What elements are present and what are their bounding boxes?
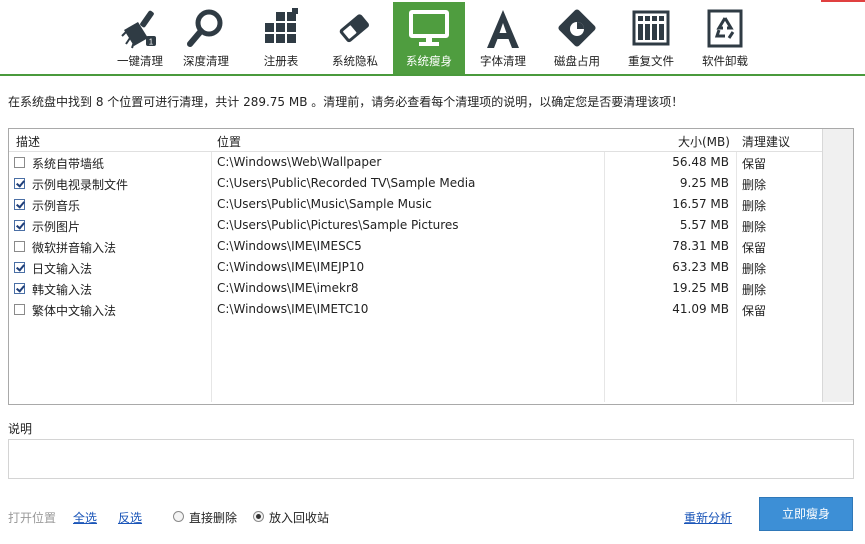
table-row[interactable]: 繁体中文输入法 C:\Windows\IME\IMETC10 41.09 MB 保留 [9,299,822,320]
svg-text:1: 1 [149,38,154,47]
eraser-icon [339,14,369,43]
row-description: 繁体中文输入法 [32,304,117,318]
toolbar-item-registry[interactable]: 注册表 [245,2,317,74]
row-description: 示例电视录制文件 [32,178,129,192]
toolbar-item-label: 磁盘占用 [554,54,600,68]
row-checkbox[interactable] [14,241,25,252]
table-body: 系统自带墙纸 C:\Windows\Web\Wallpaper 56.48 MB 保留… [9,152,822,320]
row-location: C:\Users\Public\Recorded TV\Sample Media [217,176,476,190]
row-advice: 保留 [742,157,767,171]
toolbar-item-label: 深度清理 [183,54,229,68]
toolbar-item-label: 一键清理 [117,54,163,68]
row-location: C:\Users\Public\Pictures\Sample Pictures [217,218,459,232]
row-advice: 删除 [742,178,767,192]
row-checkbox[interactable] [14,157,25,168]
toolbar-item-label: 注册表 [263,54,299,68]
table-row[interactable]: 日文输入法 C:\Windows\IME\IMEJP10 63.23 MB 删除 [9,257,822,278]
row-location: C:\Windows\Web\Wallpaper [217,155,382,169]
row-advice: 保留 [742,241,767,255]
row-advice: 删除 [742,220,767,234]
column-header-size[interactable]: 大小(MB) [678,133,730,150]
row-location: C:\Windows\IME\IMESC5 [217,239,362,253]
row-checkbox[interactable] [14,199,25,210]
toolbar-item-label: 系统瘦身 [406,54,452,68]
reanalyze-link[interactable]: 重新分析 [684,509,732,526]
monitor-icon [409,10,449,46]
toolbar-item-font-clean[interactable]: 字体清理 [467,2,539,74]
toolbar-item-label: 重复文件 [628,54,674,68]
toolbar-item-label: 系统隐私 [332,54,378,68]
window-corner-accent [821,0,865,2]
row-description: 韩文输入法 [32,283,93,297]
toolbar-item-one-click-clean[interactable]: 1 一键清理 [104,2,176,74]
table-header: 描述 位置 大小(MB) 清理建议 [9,129,822,152]
table-scrollbar[interactable] [822,129,853,402]
table-row[interactable]: 系统自带墙纸 C:\Windows\Web\Wallpaper 56.48 MB 保留 [9,152,822,173]
row-checkbox[interactable] [14,178,25,189]
row-size: 41.09 MB [672,302,729,316]
open-location-link[interactable]: 打开位置 [8,509,56,526]
font-letter-icon [487,10,519,48]
row-location: C:\Windows\IME\IMEJP10 [217,260,365,274]
slim-items-table: 描述 位置 大小(MB) 清理建议 系统自带墙纸 C:\Windows\Web\W… [8,128,854,405]
toolbar-item-deep-clean[interactable]: 深度清理 [170,2,242,74]
toolbar-item-duplicate-files[interactable]: 重复文件 [615,2,687,74]
recycle-icon [707,9,743,48]
toolbar-item-label: 字体清理 [480,54,526,68]
row-checkbox[interactable] [14,304,25,315]
direct-delete-radio[interactable] [173,511,184,522]
toolbar-item-uninstall[interactable]: 软件卸载 [689,2,761,74]
invert-selection-link[interactable]: 反选 [118,509,142,526]
toolbar-item-system-slim[interactable]: 系统瘦身 [393,2,465,74]
select-all-link[interactable]: 全选 [73,509,97,526]
row-size: 19.25 MB [672,281,729,295]
toolbar-item-system-privacy[interactable]: 系统隐私 [319,2,391,74]
slim-now-button[interactable]: 立即瘦身 [759,497,853,531]
table-row[interactable]: 示例音乐 C:\Users\Public\Music\Sample Music 16… [9,194,822,215]
row-location: C:\Windows\IME\imekr8 [217,281,359,295]
row-location: C:\Windows\IME\IMETC10 [217,302,369,316]
column-header-advice[interactable]: 清理建议 [742,133,790,150]
row-advice: 删除 [742,283,767,297]
magnifier-icon [187,9,223,47]
row-size: 78.31 MB [672,239,729,253]
row-size: 16.57 MB [672,197,729,211]
table-row[interactable]: 示例图片 C:\Users\Public\Pictures\Sample Pict… [9,215,822,236]
row-advice: 保留 [742,304,767,318]
row-checkbox[interactable] [14,220,25,231]
row-location: C:\Users\Public\Music\Sample Music [217,197,432,211]
toolbar-item-disk-usage[interactable]: 磁盘占用 [541,2,613,74]
row-description: 微软拼音输入法 [32,241,117,255]
toolbar-item-label: 软件卸载 [702,54,748,68]
row-description: 日文输入法 [32,262,93,276]
column-header-description[interactable]: 描述 [16,133,40,150]
row-size: 56.48 MB [672,155,729,169]
scan-summary-text: 在系统盘中找到 8 个位置可进行清理，共计 289.75 MB 。清理前，请务必… [8,95,684,109]
description-box [8,439,854,479]
row-advice: 删除 [742,199,767,213]
recycle-bin-radio[interactable] [253,511,264,522]
row-description: 示例图片 [32,220,81,234]
toolbar-divider [0,74,865,76]
table-row[interactable]: 微软拼音输入法 C:\Windows\IME\IMESC5 78.31 MB 保留 [9,236,822,257]
row-description: 示例音乐 [32,199,81,213]
row-description: 系统自带墙纸 [32,157,105,171]
column-header-location[interactable]: 位置 [217,133,241,150]
row-checkbox[interactable] [14,262,25,273]
table-row[interactable]: 韩文输入法 C:\Windows\IME\imekr8 19.25 MB 删除 [9,278,822,299]
duplicate-grid-icon [632,10,670,46]
registry-blocks-icon [265,8,298,43]
row-size: 63.23 MB [672,260,729,274]
disk-chart-icon [558,9,596,47]
direct-delete-label[interactable]: 直接删除 [189,509,237,526]
description-label: 说明 [8,422,33,436]
row-checkbox[interactable] [14,283,25,294]
top-toolbar: 1 一键清理 深度清理 注册表 系统隐私 系统瘦身 字体清理 磁盘占用 重复文件… [0,0,865,76]
table-row[interactable]: 示例电视录制文件 C:\Users\Public\Recorded TV\Samp… [9,173,822,194]
row-size: 9.25 MB [679,176,729,190]
row-size: 5.57 MB [679,218,729,232]
broom-icon: 1 [121,10,156,49]
recycle-bin-label[interactable]: 放入回收站 [269,509,329,526]
row-advice: 删除 [742,262,767,276]
